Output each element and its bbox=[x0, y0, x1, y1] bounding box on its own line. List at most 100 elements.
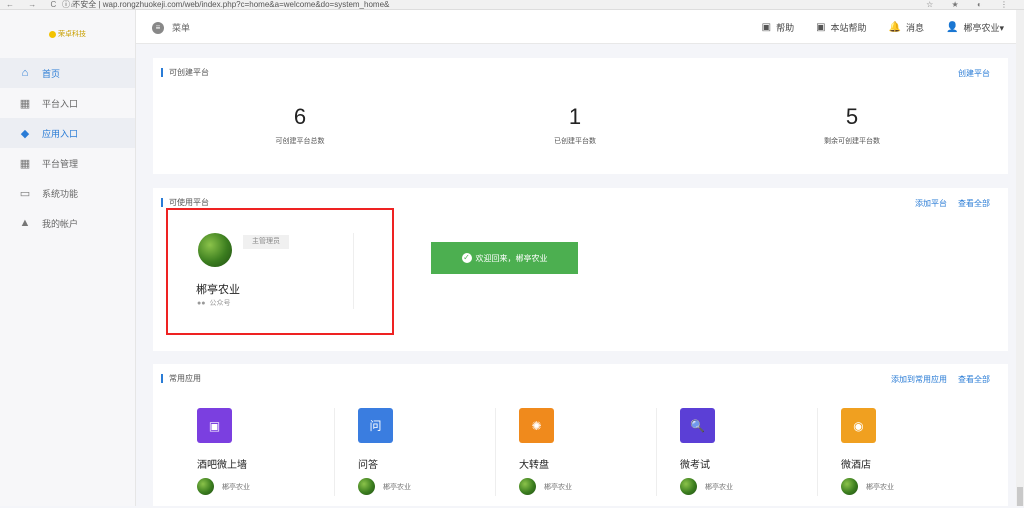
bell-icon: 🔔 bbox=[888, 22, 901, 33]
sidebar: 荣卓科技 ⌂ 首页 ▦ 平台入口 ◆ 应用入口 ▦ 平台管理 ▭ 系统功能 ▲ 我的帐户 bbox=[0, 10, 136, 506]
usable-platform-card: 可使用平台 添加平台 查看全部 主管理员 郴亭农业 ●● 公众号 ✓ 欢迎回来，郴亭… bbox=[153, 188, 1008, 351]
cube-icon: ◆ bbox=[20, 127, 30, 140]
avatar bbox=[358, 478, 375, 495]
app-owner: 郴亭农业 bbox=[680, 478, 733, 495]
sidebar-item-label: 应用入口 bbox=[42, 128, 79, 139]
home-icon: ⌂ bbox=[21, 67, 29, 79]
messages-label: 消息 bbox=[906, 23, 925, 33]
user-menu[interactable]: 👤 郴亭农业▾ bbox=[946, 21, 1004, 34]
app-item-exam[interactable]: 🔍 微考试 郴亭农业 bbox=[636, 408, 818, 508]
scrollbar[interactable] bbox=[1016, 10, 1024, 506]
app-owner: 郴亭农业 bbox=[519, 478, 572, 495]
sidebar-item-label: 系统功能 bbox=[42, 188, 79, 199]
app-item-hotel[interactable]: ◉ 微酒店 郴亭农业 bbox=[797, 408, 957, 508]
app-item-wheel[interactable]: ✺ 大转盘 郴亭农业 bbox=[475, 408, 657, 508]
avatar bbox=[198, 233, 232, 267]
stat-value: 5 bbox=[845, 104, 859, 129]
help-link[interactable]: ▣ 帮助 bbox=[762, 21, 794, 34]
logo-icon bbox=[49, 30, 56, 38]
top-bar: ≡ 菜单 ▣ 帮助 ▣ 本站帮助 🔔 消息 👤 郴亭农业▾ bbox=[136, 10, 1024, 44]
app-item-bar-wall[interactable]: ▣ 酒吧微上墙 郴亭农业 bbox=[153, 408, 335, 508]
wechat-icon: ●● bbox=[197, 299, 206, 307]
sidebar-item-account[interactable]: ▲ 我的帐户 bbox=[0, 208, 135, 238]
apps-icon: ▦ bbox=[19, 157, 31, 170]
platform-name: 郴亭农业 bbox=[196, 284, 240, 296]
app-owner: 郴亭农业 bbox=[358, 478, 411, 495]
wheel-icon: ✺ bbox=[519, 408, 554, 443]
monitor-icon: ▭ bbox=[19, 187, 31, 200]
stat-value: 6 bbox=[293, 104, 307, 129]
sidebar-item-platform-manage[interactable]: ▦ 平台管理 bbox=[0, 148, 135, 178]
sidebar-item-label: 平台管理 bbox=[42, 158, 79, 169]
stat-remaining: 5 剩余可创建平台数 bbox=[752, 104, 952, 146]
view-all-link[interactable]: 查看全部 bbox=[958, 198, 990, 209]
site-help-icon: ▣ bbox=[816, 22, 826, 33]
scrollbar-thumb[interactable] bbox=[1017, 487, 1023, 506]
logo-text: 荣卓科技 bbox=[58, 31, 86, 38]
stat-total: 6 可创建平台总数 bbox=[200, 104, 400, 146]
grid-icon: ▦ bbox=[19, 97, 31, 110]
sidebar-item-platform-entry[interactable]: ▦ 平台入口 bbox=[0, 88, 135, 118]
menu-button[interactable]: ≡ 菜单 bbox=[152, 21, 190, 34]
browser-toolbar: ← → C ⌂ ⓘ 不安全 | wap.rongzhuokeji.com/web… bbox=[0, 0, 1024, 10]
creatable-platform-card: 可创建平台 创建平台 6 可创建平台总数 1 已创建平台数 5 剩余可创建平台数 bbox=[153, 58, 1008, 174]
address-bar[interactable]: ⓘ 不安全 | wap.rongzhuokeji.com/web/index.p… bbox=[62, 0, 389, 9]
platform-type: ●● 公众号 bbox=[197, 298, 230, 308]
browser-extension-icons[interactable]: ☆ ★ ◐ ⋮ bbox=[926, 0, 1016, 9]
menu-label: 菜单 bbox=[172, 23, 191, 33]
app-name: 微酒店 bbox=[841, 460, 871, 471]
help-icon: ▣ bbox=[761, 22, 772, 33]
stat-label: 可创建平台总数 bbox=[275, 138, 325, 145]
section-title: 常用应用 bbox=[161, 374, 201, 383]
welcome-text: 欢迎回来，郴亭农业 bbox=[475, 253, 548, 263]
sidebar-item-home[interactable]: ⌂ 首页 bbox=[0, 58, 135, 88]
owner-name: 郴亭农业 bbox=[222, 483, 250, 491]
section-title: 可创建平台 bbox=[161, 68, 209, 77]
app-item-qa[interactable]: 问 问答 郴亭农业 bbox=[314, 408, 496, 508]
logo[interactable]: 荣卓科技 bbox=[0, 10, 135, 58]
check-icon: ✓ bbox=[461, 253, 472, 263]
messages-link[interactable]: 🔔 消息 bbox=[889, 21, 924, 34]
create-platform-link[interactable]: 创建平台 bbox=[958, 68, 990, 79]
role-badge: 主管理员 bbox=[243, 235, 289, 249]
menu-icon: ≡ bbox=[152, 21, 164, 34]
app-owner: 郴亭农业 bbox=[841, 478, 894, 495]
avatar bbox=[841, 478, 858, 495]
add-common-app-link[interactable]: 添加到常用应用 bbox=[891, 374, 947, 385]
owner-name: 郴亭农业 bbox=[866, 483, 894, 491]
stat-label: 已创建平台数 bbox=[554, 138, 596, 145]
owner-name: 郴亭农业 bbox=[383, 483, 411, 491]
help-label: 帮助 bbox=[776, 23, 795, 33]
common-apps-card: 常用应用 添加到常用应用 查看全部 ▣ 酒吧微上墙 郴亭农业 问 问答 郴亭农业… bbox=[153, 364, 1008, 506]
app-name: 问答 bbox=[358, 460, 378, 471]
avatar bbox=[680, 478, 697, 495]
stat-value: 1 bbox=[568, 104, 582, 129]
platform-type-label: 公众号 bbox=[209, 300, 231, 307]
owner-name: 郴亭农业 bbox=[544, 483, 572, 491]
user-icon: 👤 bbox=[946, 22, 959, 33]
stat-created: 1 已创建平台数 bbox=[475, 104, 675, 146]
sidebar-item-system[interactable]: ▭ 系统功能 bbox=[0, 178, 135, 208]
welcome-banner: ✓ 欢迎回来，郴亭农业 bbox=[431, 242, 578, 274]
bell-icon: ▲ bbox=[19, 217, 31, 229]
sidebar-item-label: 平台入口 bbox=[42, 98, 79, 109]
bar-wall-icon: ▣ bbox=[197, 408, 232, 443]
qa-icon: 问 bbox=[358, 408, 393, 443]
avatar bbox=[197, 478, 214, 495]
view-all-apps-link[interactable]: 查看全部 bbox=[958, 374, 990, 385]
sidebar-item-app-entry[interactable]: ◆ 应用入口 bbox=[0, 118, 135, 148]
hotel-icon: ◉ bbox=[841, 408, 876, 443]
user-name: 郴亭农业▾ bbox=[963, 23, 1004, 33]
site-help-link[interactable]: ▣ 本站帮助 bbox=[816, 21, 866, 34]
add-platform-link[interactable]: 添加平台 bbox=[915, 198, 947, 209]
app-name: 酒吧微上墙 bbox=[197, 460, 247, 471]
search-icon: 🔍 bbox=[680, 408, 715, 443]
sidebar-item-label: 我的帐户 bbox=[42, 218, 79, 229]
app-list: ▣ 酒吧微上墙 郴亭农业 问 问答 郴亭农业 ✺ 大转盘 郴亭农业 🔍 微考试 … bbox=[153, 408, 1008, 508]
avatar bbox=[519, 478, 536, 495]
highlight-box bbox=[166, 208, 394, 335]
stat-label: 剩余可创建平台数 bbox=[824, 138, 880, 145]
sidebar-item-label: 首页 bbox=[42, 68, 61, 79]
section-title: 可使用平台 bbox=[161, 198, 209, 207]
owner-name: 郴亭农业 bbox=[705, 483, 733, 491]
